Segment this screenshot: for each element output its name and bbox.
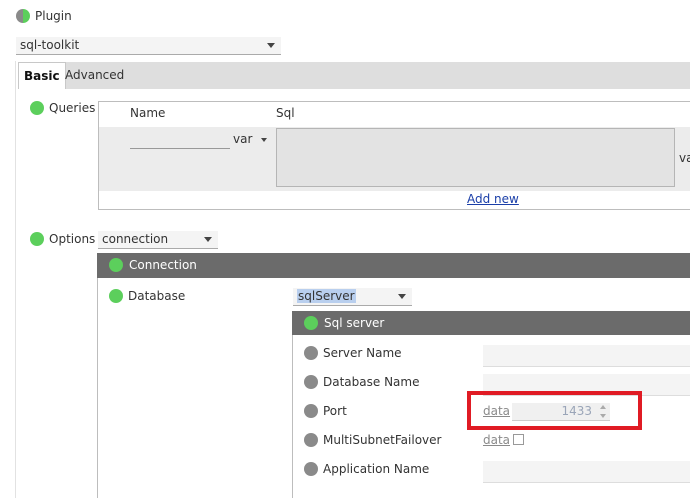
server-name-label: Server Name: [323, 346, 402, 360]
query-name-input[interactable]: [130, 131, 230, 149]
options-select-value: connection: [102, 232, 169, 246]
queries-label: Queries: [49, 101, 96, 115]
database-label: Database: [128, 289, 186, 303]
database-select[interactable]: sqlServer: [293, 288, 412, 306]
application-name-label: Application Name: [323, 462, 430, 476]
plugin-label: Plugin: [35, 9, 72, 23]
sql-server-header: Sql server: [292, 311, 690, 335]
connection-header: Connection: [97, 253, 690, 278]
tab-advanced[interactable]: Advanced: [60, 62, 129, 89]
multisubnetfailover-label: MultiSubnetFailover: [323, 433, 442, 447]
plugin-select[interactable]: sql-toolkit: [16, 37, 281, 55]
queries-col-sql: Sql: [276, 106, 295, 120]
sql-server-status-icon: [304, 316, 318, 330]
chevron-down-icon: [267, 43, 275, 48]
port-highlight-box: [467, 391, 642, 430]
tab-basic[interactable]: Basic: [18, 62, 66, 89]
sql-server-header-title: Sql server: [324, 316, 385, 330]
database-name-label: Database Name: [323, 375, 420, 389]
queries-col-name: Name: [130, 106, 166, 120]
connection-status-icon: [109, 258, 123, 272]
query-name-var-label[interactable]: var: [233, 132, 252, 146]
port-label: Port: [323, 404, 347, 418]
options-status-icon: [30, 232, 44, 246]
chevron-down-icon: [204, 237, 212, 242]
connection-header-title: Connection: [129, 258, 197, 272]
query-var-dropdown-icon[interactable]: [261, 138, 267, 142]
queries-status-icon: [30, 101, 44, 115]
options-select[interactable]: connection: [98, 231, 218, 249]
server-name-status-icon: [304, 346, 318, 360]
plugin-status-icon: [16, 9, 30, 23]
multisubnetfailover-checkbox[interactable]: [513, 434, 524, 445]
options-label: Options: [49, 232, 96, 246]
database-select-value: sqlServer: [297, 289, 356, 303]
application-name-input[interactable]: [483, 461, 690, 483]
add-new-query-link[interactable]: Add new: [467, 192, 519, 206]
plugin-select-value: sql-toolkit: [20, 38, 80, 52]
query-sql-textarea[interactable]: [276, 128, 675, 187]
chevron-down-icon: [398, 294, 406, 299]
database-status-icon: [109, 289, 123, 303]
port-status-icon: [304, 404, 318, 418]
database-name-status-icon: [304, 375, 318, 389]
application-name-status-icon: [304, 462, 318, 476]
multisubnetfailover-status-icon: [304, 433, 318, 447]
query-sql-var-label[interactable]: va: [679, 151, 690, 165]
multisubnetfailover-data-link[interactable]: data: [483, 433, 510, 447]
server-name-input[interactable]: [483, 345, 690, 367]
